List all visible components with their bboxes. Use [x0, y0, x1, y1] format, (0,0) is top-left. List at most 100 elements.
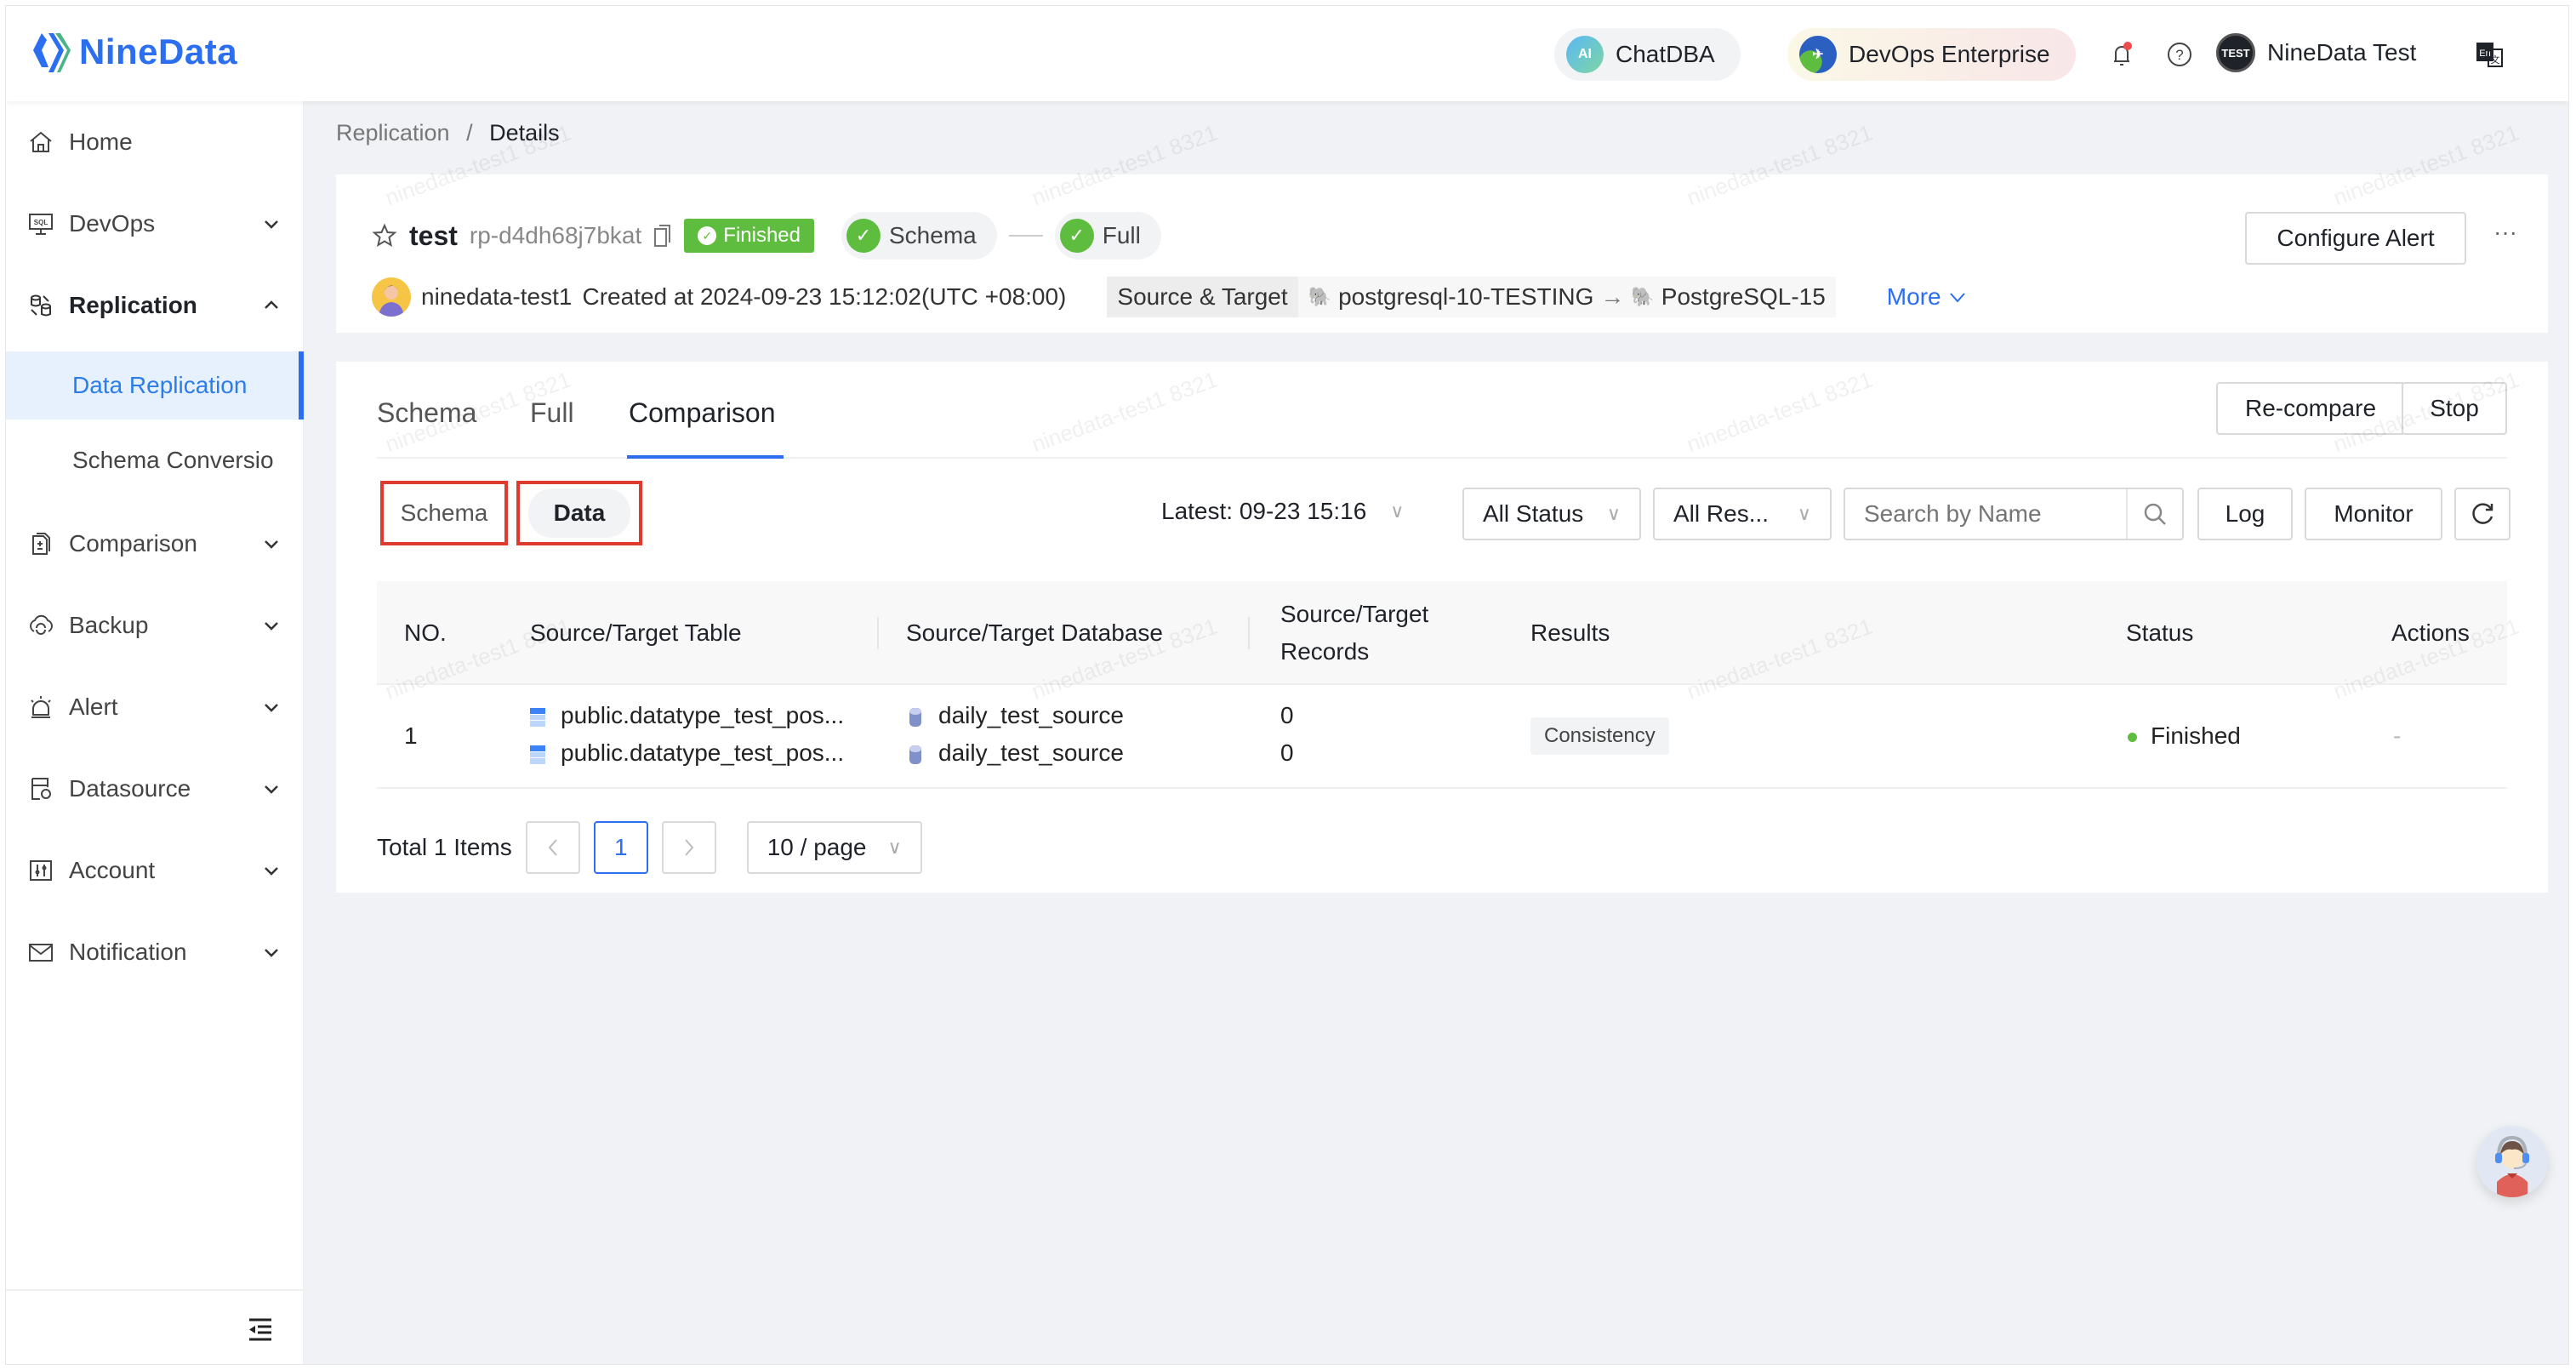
task-meta-row: ninedata-test1 Created at 2024-09-23 15:…	[372, 277, 1967, 317]
search-input[interactable]	[1845, 489, 2126, 539]
results-filter-select[interactable]: All Res... ∨	[1653, 488, 1832, 540]
source-table-name[interactable]: public.datatype_test_pos...	[561, 702, 844, 728]
sidebar-footer	[6, 1289, 304, 1364]
chevron-down-icon	[265, 220, 278, 229]
refresh-button[interactable]	[2454, 488, 2510, 540]
page-size-value: 10 / page	[767, 834, 867, 860]
segment-data-label: Data	[527, 488, 631, 538]
favorite-star-icon[interactable]	[372, 223, 397, 248]
segment-data[interactable]: Data	[516, 481, 642, 545]
source-datasource[interactable]: postgresql-10-TESTING	[1338, 283, 1593, 311]
column-divider	[877, 617, 879, 649]
column-header-actions: Actions	[2391, 619, 2470, 646]
chevron-down-icon	[265, 867, 278, 876]
status-dot	[2128, 733, 2137, 743]
backup-cloud-icon	[26, 611, 55, 640]
sidebar-item-account[interactable]: Account	[6, 830, 304, 911]
chevron-down-icon: ∨	[1390, 500, 1405, 522]
sidebar-item-home[interactable]: Home	[6, 101, 304, 183]
task-title-row: test rp-d4dh68j7bkat ✓ Finished ✓ Schema ✓…	[372, 212, 1161, 260]
tab-comparison[interactable]: Comparison	[629, 397, 776, 429]
cell-source-table: public.datatype_test_pos...	[530, 702, 844, 729]
sidebar-item-label: Replication	[69, 292, 197, 318]
cell-no: 1	[404, 722, 418, 749]
brand-logo[interactable]: NineData	[30, 30, 237, 74]
source-target-box: Source & Target 🐘 postgresql-10-TESTING …	[1107, 277, 1836, 317]
tab-full[interactable]: Full	[530, 397, 574, 429]
svg-text:SQL: SQL	[34, 219, 48, 226]
help-icon[interactable]: ?	[2165, 40, 2194, 69]
datasource-icon	[26, 774, 55, 803]
breadcrumb-parent[interactable]: Replication	[336, 120, 450, 146]
collapse-sidebar-icon[interactable]	[248, 1316, 273, 1342]
sidebar-item-replication[interactable]: Replication	[6, 265, 304, 346]
comparison-icon	[26, 529, 55, 558]
cell-source-records: 0	[1280, 702, 1294, 728]
next-page-button[interactable]	[661, 821, 716, 874]
table-icon	[530, 707, 545, 727]
source-target-label: Source & Target	[1107, 277, 1298, 317]
sidebar-item-devops[interactable]: SQL DevOps	[6, 183, 304, 265]
monitor-button[interactable]: Monitor	[2305, 488, 2442, 540]
step-connector	[1008, 235, 1043, 237]
refresh-icon	[2472, 503, 2493, 524]
total-items: Total 1 Items	[377, 834, 512, 860]
table-row[interactable]: 1 public.datatype_test_pos... public.dat…	[377, 685, 2507, 789]
sidebar-item-data-replication[interactable]: Data Replication	[6, 351, 304, 420]
postgresql-icon: 🐘	[1308, 286, 1332, 307]
status-filter-value: All Status	[1483, 500, 1584, 527]
replication-icon	[26, 291, 55, 320]
source-target-value: 🐘 postgresql-10-TESTING → 🐘 PostgreSQL-1…	[1298, 283, 1836, 311]
target-datasource[interactable]: PostgreSQL-15	[1661, 283, 1826, 311]
chevron-down-icon: ∨	[887, 836, 902, 858]
svg-text:文: 文	[2491, 54, 2500, 66]
sidebar-item-datasource[interactable]: Datasource	[6, 748, 304, 830]
sidebar-item-comparison[interactable]: Comparison	[6, 503, 304, 585]
pagination: Total 1 Items 1 10 / page ∨	[377, 821, 922, 874]
column-header-records-line1: Source/Target	[1280, 601, 1429, 627]
chevron-down-icon: ∨	[1606, 503, 1621, 524]
latest-run-select[interactable]: Latest: 09-23 15:16 ∨	[1161, 498, 1404, 525]
sidebar-item-notification[interactable]: Notification	[6, 911, 304, 993]
chevron-down-icon	[265, 704, 278, 712]
sidebar-item-alert[interactable]: Alert	[6, 666, 304, 748]
ninedata-logo-icon	[33, 33, 71, 72]
more-actions-icon[interactable]: ···	[2493, 219, 2517, 246]
page-size-select[interactable]: 10 / page ∨	[746, 821, 922, 874]
recompare-button[interactable]: Re-compare	[2216, 382, 2405, 435]
page-1-button[interactable]: 1	[593, 821, 648, 874]
account-settings-icon	[26, 856, 55, 885]
creator-name: ninedata-test1	[421, 283, 573, 310]
step-schema: ✓ Schema	[841, 212, 997, 260]
step-label: Schema	[889, 222, 977, 248]
check-circle-icon: ✓	[698, 226, 717, 245]
alert-siren-icon	[26, 693, 55, 722]
prev-page-button[interactable]	[525, 821, 580, 874]
status-text: Finished	[2151, 722, 2241, 749]
stop-button[interactable]: Stop	[2402, 382, 2507, 435]
language-switch-icon[interactable]: En 文	[2473, 40, 2507, 69]
sidebar-item-schema-conversion[interactable]: Schema Conversio	[6, 420, 304, 501]
search-icon[interactable]	[2126, 489, 2182, 539]
check-icon: ✓	[1059, 219, 1094, 253]
cell-target-records: 0	[1280, 739, 1294, 766]
chatdba-button[interactable]: AI ChatDBA	[1554, 28, 1741, 81]
chevron-left-icon	[548, 839, 557, 856]
devops-enterprise-button[interactable]: ✈ DevOps Enterprise	[1787, 28, 2076, 81]
source-db-name: daily_test_source	[938, 702, 1124, 728]
notification-bell-icon[interactable]	[2107, 40, 2136, 69]
chatdba-label: ChatDBA	[1616, 41, 1715, 67]
user-menu[interactable]: TEST NineData Test	[2216, 33, 2416, 72]
status-filter-select[interactable]: All Status ∨	[1462, 488, 1641, 540]
log-button[interactable]: Log	[2197, 488, 2293, 540]
more-details-link[interactable]: More	[1887, 283, 1967, 311]
column-divider	[1248, 617, 1250, 649]
copy-icon[interactable]	[653, 224, 672, 248]
target-table-name[interactable]: public.datatype_test_pos...	[561, 739, 844, 766]
breadcrumb: Replication / Details	[336, 120, 560, 146]
sidebar-item-backup[interactable]: Backup	[6, 585, 304, 666]
customer-support-button[interactable]	[2476, 1126, 2548, 1197]
segment-schema[interactable]: Schema	[380, 481, 508, 545]
configure-alert-button[interactable]: Configure Alert	[2245, 212, 2466, 265]
tab-schema[interactable]: Schema	[377, 397, 476, 429]
